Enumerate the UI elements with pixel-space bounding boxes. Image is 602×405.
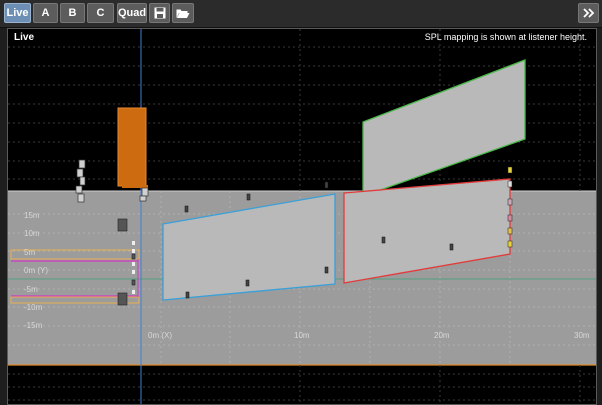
expand-panel-button[interactable] bbox=[578, 3, 599, 23]
listening-surface-green[interactable] bbox=[362, 59, 526, 197]
x-label-20m: 20m bbox=[434, 331, 450, 340]
x-label-10m: 10m bbox=[294, 331, 310, 340]
tab-quad[interactable]: Quad bbox=[117, 3, 147, 23]
y-label-10m: 10m bbox=[24, 229, 40, 238]
y-label-neg15m: -15m bbox=[24, 321, 43, 330]
toolbar: Live A B C Quad bbox=[0, 0, 602, 28]
spl-mapping-note: SPL mapping is shown at listener height. bbox=[424, 32, 587, 42]
x-label-0m: 0m (X) bbox=[148, 331, 172, 340]
save-icon bbox=[154, 7, 165, 19]
view-title: Live bbox=[14, 32, 35, 43]
open-folder-icon bbox=[176, 9, 190, 18]
y-label-neg10m: -10m bbox=[24, 303, 43, 312]
save-button[interactable] bbox=[149, 3, 170, 23]
sub-stack[interactable] bbox=[117, 107, 147, 187]
plan-viewport[interactable]: Live SPL mapping is shown at listener he… bbox=[7, 28, 597, 405]
y-label-0m: 0m (Y) bbox=[24, 266, 48, 275]
x-label-30m: 30m bbox=[574, 331, 590, 340]
tab-b[interactable]: B bbox=[60, 3, 85, 23]
open-button[interactable] bbox=[172, 3, 194, 23]
y-label-neg5m: -5m bbox=[24, 285, 38, 294]
double-chevron-right-icon bbox=[582, 8, 594, 18]
tab-live[interactable]: Live bbox=[4, 3, 31, 23]
plan-canvas bbox=[8, 29, 596, 404]
y-label-5m: 5m bbox=[24, 248, 36, 257]
tab-a[interactable]: A bbox=[33, 3, 58, 23]
tab-c[interactable]: C bbox=[87, 3, 114, 23]
y-label-15m: 15m bbox=[24, 211, 40, 220]
